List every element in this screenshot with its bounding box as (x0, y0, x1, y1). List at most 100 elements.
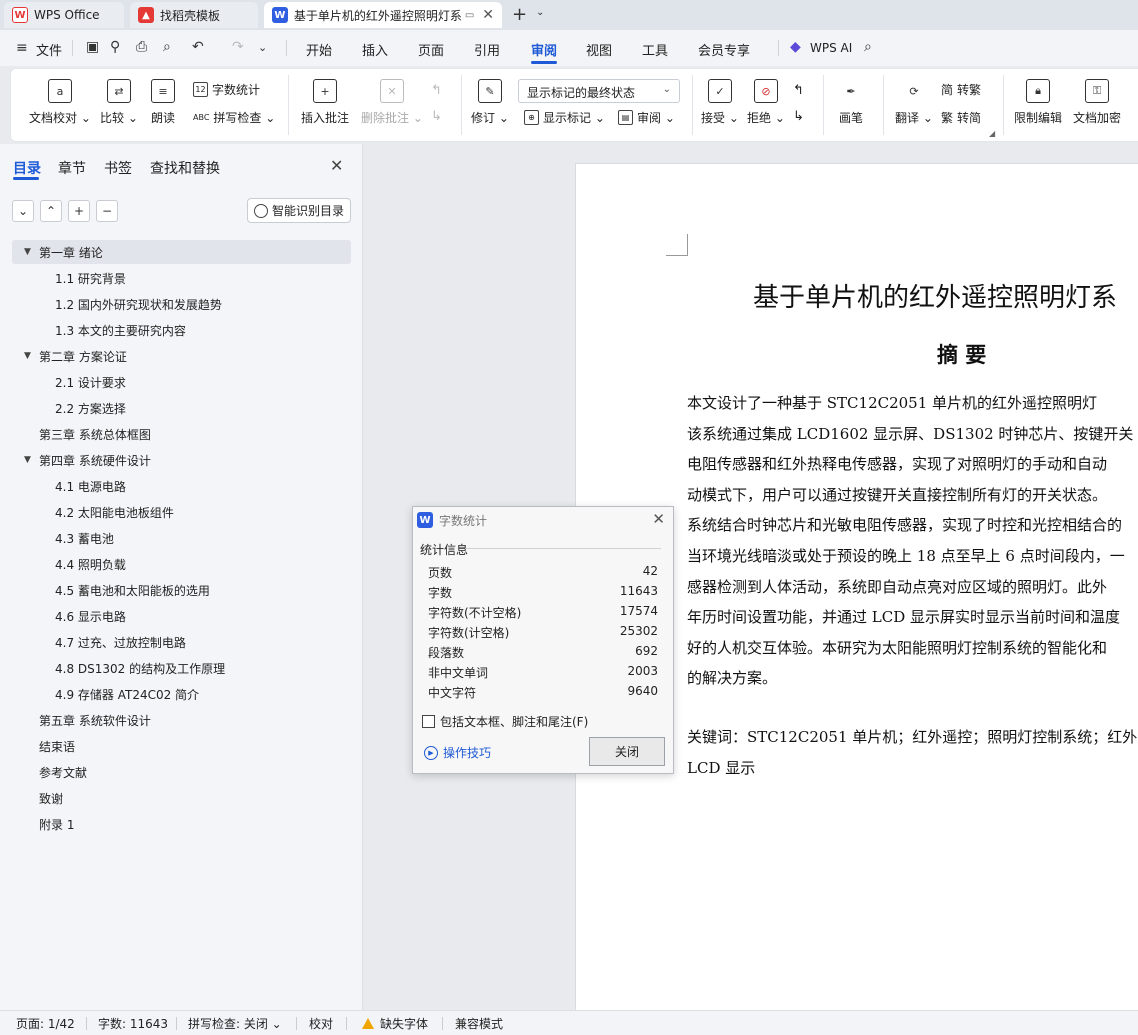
next-change-icon[interactable]: ↳ (793, 109, 804, 124)
close-icon[interactable]: ✕ (652, 510, 665, 528)
stat-value: 9640 (627, 684, 658, 698)
toc-item[interactable]: 2.2 方案选择 (0, 396, 363, 420)
move-up-button[interactable]: ⌃ (40, 200, 62, 222)
toc-item[interactable]: 1.2 国内外研究现状和发展趋势 (0, 292, 363, 316)
toc-item[interactable]: 2.1 设计要求 (0, 370, 363, 394)
hamburger-icon[interactable]: ≡ (16, 40, 28, 56)
toc-item[interactable]: 4.1 电源电路 (0, 474, 363, 498)
search-icon[interactable]: ⌕ (864, 39, 872, 55)
nav-tab-bookmarks[interactable]: 书签 (104, 158, 132, 178)
toc-item[interactable]: ▼ 第一章 绪论 (12, 240, 351, 264)
status-word-count[interactable]: 字数: 11643 (98, 1015, 168, 1032)
close-button[interactable]: 关闭 (589, 737, 665, 766)
insert-comment-label: 插入批注 (301, 111, 350, 125)
toc-item[interactable]: 4.9 存储器 AT24C02 简介 (0, 682, 363, 706)
print-icon[interactable]: ⎙ (136, 39, 147, 55)
to-simplified-button[interactable]: 繁 转简 (941, 109, 981, 126)
expand-triangle-icon[interactable]: ▼ (24, 351, 38, 361)
menu-home[interactable]: 开始 (306, 40, 332, 59)
toc-item[interactable]: 4.8 DS1302 的结构及工作原理 (0, 656, 363, 680)
show-markup-button[interactable]: ⊕ 显示标记 ⌄ (524, 109, 605, 126)
quick-access-chevron-icon[interactable]: ⌄ (258, 41, 267, 54)
toc-item[interactable]: 附录 1 (0, 812, 363, 836)
remove-level-button[interactable]: − (96, 200, 118, 222)
tips-link[interactable]: ▶ 操作技巧 (424, 744, 491, 761)
menu-page[interactable]: 页面 (418, 40, 444, 59)
status-missing-font[interactable]: 缺失字体 (362, 1015, 428, 1032)
collapse-all-button[interactable]: ⌄ (12, 200, 34, 222)
nav-tab-toc[interactable]: 目录 (13, 158, 41, 178)
close-tab-icon[interactable]: ✕ (482, 7, 494, 23)
print-preview-icon[interactable]: ⌕ (163, 39, 171, 55)
tab-wps-office[interactable]: W WPS Office (4, 2, 124, 28)
word-count-button[interactable]: 12 字数统计 (193, 81, 260, 98)
prev-change-icon[interactable]: ↰ (793, 83, 804, 98)
markup-state-dropdown[interactable]: 显示标记的最终状态 ⌄ (518, 79, 680, 103)
toc-item[interactable]: 4.3 蓄电池 (0, 526, 363, 550)
redo-icon[interactable]: ↷ (232, 39, 244, 55)
reject-button[interactable]: ⊘ 拒绝 ⌄ (747, 79, 785, 126)
menu-view[interactable]: 视图 (586, 40, 612, 59)
toc-item[interactable]: 4.5 蓄电池和太阳能板的选用 (0, 578, 363, 602)
spell-check-button[interactable]: ABC 拼写检查 ⌄ (193, 109, 275, 126)
new-tab-button[interactable]: + (512, 4, 527, 25)
checkbox-box[interactable] (422, 715, 435, 728)
menu-file[interactable]: 文件 (36, 40, 62, 59)
menu-review[interactable]: 审阅 (531, 40, 557, 59)
include-textbox-checkbox[interactable]: 包括文本框、脚注和尾注(F) (422, 713, 588, 730)
toc-item[interactable]: 4.7 过充、过放控制电路 (0, 630, 363, 654)
dialog-title-bar[interactable]: W 字数统计 ✕ (413, 507, 673, 533)
toc-item[interactable]: 结束语 (0, 734, 363, 758)
menu-wps-ai[interactable]: WPS AI (810, 41, 852, 55)
expand-triangle-icon[interactable]: ▼ (24, 247, 38, 257)
toc-item[interactable]: 4.2 太阳能电池板组件 (0, 500, 363, 524)
status-proof[interactable]: 校对 (309, 1015, 333, 1032)
toc-item[interactable]: 4.4 照明负载 (0, 552, 363, 576)
insert-comment-button[interactable]: + 插入批注 (301, 79, 349, 126)
tab-document[interactable]: W 基于单片机的红外遥控照明灯系 ▭ ✕ (264, 2, 502, 28)
menu-member[interactable]: 会员专享 (698, 40, 750, 59)
doc-check-label: 文档校对 ⌄ (29, 111, 91, 125)
to-traditional-button[interactable]: 简 转繁 (941, 81, 981, 98)
stat-row: 页数 42 (428, 564, 658, 584)
toc-item[interactable]: ▼ 第四章 系统硬件设计 (0, 448, 363, 472)
encrypt-button[interactable]: ⚿ 文档加密 (1073, 79, 1121, 126)
menu-insert[interactable]: 插入 (362, 40, 388, 59)
prev-comment-icon[interactable]: ↰ (431, 83, 442, 98)
delete-comment-button[interactable]: ✕ 删除批注 ⌄ (361, 79, 423, 126)
smart-toc-button[interactable]: 智能识别目录 (247, 198, 351, 223)
toc-item[interactable]: 4.6 显示电路 (0, 604, 363, 628)
tab-template[interactable]: ▲ 找稻壳模板 (130, 2, 258, 28)
next-comment-icon[interactable]: ↳ (431, 109, 442, 124)
translate-button[interactable]: ⟳ 翻译 ⌄ (895, 79, 933, 126)
menu-reference[interactable]: 引用 (474, 40, 500, 59)
pen-button[interactable]: ✒ 画笔 (839, 79, 863, 126)
close-icon[interactable]: ✕ (330, 156, 343, 175)
review-pane-button[interactable]: ▤ 审阅 ⌄ (618, 109, 675, 126)
toc-item[interactable]: ▼ 第二章 方案论证 (0, 344, 363, 368)
read-aloud-button[interactable]: ≡ 朗读 (151, 79, 175, 126)
menu-tools[interactable]: 工具 (642, 40, 668, 59)
compare-button[interactable]: ⇄ 比较 ⌄ (100, 79, 138, 126)
accept-button[interactable]: ✓ 接受 ⌄ (701, 79, 739, 126)
nav-tab-find-replace[interactable]: 查找和替换 (150, 158, 220, 178)
status-spell-check[interactable]: 拼写检查: 关闭 ⌄ (188, 1015, 282, 1032)
toc-item[interactable]: 1.1 研究背景 (0, 266, 363, 290)
toc-item[interactable]: 第五章 系统软件设计 (0, 708, 363, 732)
toc-item[interactable]: 致谢 (0, 786, 363, 810)
doc-check-button[interactable]: a 文档校对 ⌄ (29, 79, 91, 126)
add-level-button[interactable]: + (68, 200, 90, 222)
group-expand-icon[interactable]: ◢ (989, 129, 995, 138)
expand-triangle-icon[interactable]: ▼ (24, 455, 38, 465)
share-icon[interactable]: ⚲ (110, 39, 120, 55)
toc-item[interactable]: 1.3 本文的主要研究内容 (0, 318, 363, 342)
tab-list-chevron-icon[interactable]: ⌄ (536, 7, 544, 18)
restrict-edit-button[interactable]: 🔒︎ 限制编辑 (1014, 79, 1062, 126)
toc-item[interactable]: 参考文献 (0, 760, 363, 784)
nav-tab-chapters[interactable]: 章节 (58, 158, 86, 178)
revise-button[interactable]: ✎ 修订 ⌄ (471, 79, 509, 126)
status-page[interactable]: 页面: 1/42 (16, 1015, 75, 1032)
save-icon[interactable]: ▣ (86, 39, 99, 55)
toc-item[interactable]: 第三章 系统总体框图 (0, 422, 363, 446)
undo-icon[interactable]: ↶ (192, 39, 204, 55)
